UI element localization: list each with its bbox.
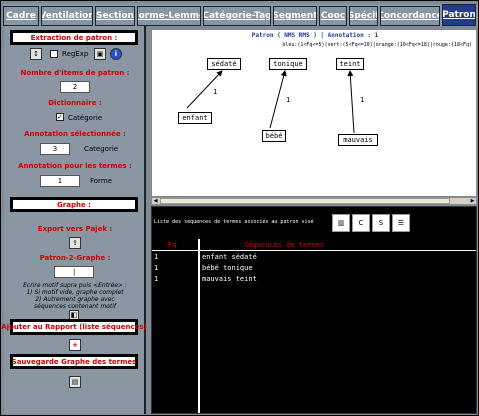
annotation-input[interactable]: 3 bbox=[40, 143, 70, 155]
node-mauvais[interactable]: mauvais bbox=[338, 134, 378, 146]
cell-sequence: mauvais teint bbox=[202, 275, 257, 283]
scroll-right-icon[interactable]: ▶ bbox=[469, 198, 476, 204]
motif-input[interactable]: | bbox=[54, 266, 94, 278]
graph-title: Patron ( NMS RMS ) | Annotation : 1 bbox=[251, 32, 379, 39]
patron-graphe-label: Patron-2-Graphe : bbox=[39, 254, 111, 262]
tab-cadre[interactable]: Cadre bbox=[3, 6, 39, 26]
edge-label-2: 1 bbox=[286, 96, 291, 104]
tab-specif[interactable]: Spécif bbox=[349, 6, 378, 26]
cell-fq: 1 bbox=[154, 253, 159, 261]
node-tonique[interactable]: tonique bbox=[269, 58, 307, 70]
edge-bebe-tonique bbox=[269, 70, 287, 129]
categorie-label: Catégorie bbox=[68, 114, 103, 122]
graphe-title: Graphe : bbox=[10, 197, 138, 212]
ajouter-rapport-title[interactable]: Ajouter au Rapport (liste séquences) bbox=[1, 319, 147, 335]
annotation-selection-label: Annotation sélectionnée : bbox=[24, 130, 126, 138]
tab-forme-lemme[interactable]: Forme-Lemme bbox=[137, 6, 201, 26]
regexp-checkbox[interactable] bbox=[50, 50, 58, 58]
sidebar: Extraction de patron : ↕ RegExp ▣ i Nomb… bbox=[1, 26, 147, 414]
cell-sequence: enfant sédaté bbox=[202, 253, 257, 261]
regexp-label: RegExp bbox=[62, 50, 89, 58]
table-header: Fq Séquences de termes bbox=[152, 239, 476, 251]
scrollbar-thumb[interactable] bbox=[160, 198, 450, 204]
cell-fq: 1 bbox=[154, 264, 159, 272]
nb-items-input[interactable]: 2 bbox=[60, 81, 90, 93]
cell-fq: 1 bbox=[154, 275, 159, 283]
save-icon[interactable]: ▤ bbox=[69, 376, 81, 388]
table-view-icon[interactable]: ☰ bbox=[392, 214, 410, 232]
node-teint[interactable]: teint bbox=[336, 58, 364, 70]
note-line-3: 2) Autrement graphe avec bbox=[35, 296, 115, 303]
chart-icon[interactable]: ▥ bbox=[332, 214, 350, 232]
column-header-fq[interactable]: Fq bbox=[168, 239, 176, 251]
annotation-unit: Categorie bbox=[84, 145, 119, 153]
sauvegarde-title[interactable]: Sauvegarde Graphe des termes bbox=[10, 354, 138, 369]
categorie-checkbox[interactable]: ✓ bbox=[56, 113, 64, 121]
note-line-4: séquences contenant motif bbox=[34, 303, 116, 310]
application-window: Cadre Ventilation Section Forme-Lemme Ca… bbox=[0, 0, 479, 416]
sequence-list-panel: Liste des séquences de termes associés a… bbox=[151, 206, 477, 414]
nb-items-label: Nombre d'items de patron : bbox=[20, 69, 130, 77]
tab-ventilation[interactable]: Ventilation bbox=[41, 6, 93, 26]
tab-categorie-tag[interactable]: Catégorie-Tag bbox=[203, 6, 271, 26]
tab-segment[interactable]: Segment bbox=[273, 6, 317, 26]
annotation-termes-input[interactable]: 1 bbox=[40, 175, 80, 187]
node-bebe[interactable]: bébé bbox=[262, 130, 286, 142]
extraction-title: Extraction de patron : bbox=[10, 30, 138, 45]
list-caption: Liste des séquences de termes associés a… bbox=[154, 219, 314, 225]
sort-icon[interactable]: ↕ bbox=[30, 48, 42, 60]
node-enfant[interactable]: enfant bbox=[178, 112, 212, 124]
tab-section[interactable]: Section bbox=[95, 6, 135, 26]
node-sedate[interactable]: sédaté bbox=[207, 58, 241, 70]
add-icon[interactable]: + bbox=[69, 339, 81, 351]
info-icon[interactable]: i bbox=[110, 48, 122, 60]
tab-bar: Cadre Ventilation Section Forme-Lemme Ca… bbox=[3, 4, 478, 26]
note-line-1: Ecrire motif supra puis <Entrée> : bbox=[23, 282, 127, 289]
tab-patron[interactable]: Patron bbox=[442, 4, 476, 26]
edge-mauvais-teint bbox=[347, 70, 355, 134]
copy-icon[interactable]: C bbox=[352, 214, 370, 232]
tab-cooc[interactable]: Cooc bbox=[319, 6, 347, 26]
table-row[interactable]: 1 mauvais teint bbox=[152, 275, 476, 286]
graph-legend: bleu:(1<Fq<=5)|vert:(5<Fq<=10)|orange:(1… bbox=[282, 42, 472, 48]
graph-panel: Patron ( NMS RMS ) | Annotation : 1 bleu… bbox=[151, 29, 477, 197]
table-row[interactable]: 1 bébé tonique bbox=[152, 264, 476, 275]
graph-horizontal-scrollbar[interactable]: ◀ ▶ bbox=[151, 197, 477, 205]
tab-concordance[interactable]: Concordance bbox=[380, 6, 440, 26]
note-line-2: 1) Si motif vide, graphe complet bbox=[26, 289, 124, 296]
sort-list-icon[interactable]: S bbox=[372, 214, 390, 232]
export-pajek-icon[interactable]: ⇪ bbox=[69, 237, 81, 249]
annotation-termes-label: Annotation pour les termes : bbox=[18, 162, 132, 170]
edge-label-1: 1 bbox=[213, 88, 218, 96]
table-row[interactable]: 1 enfant sédaté bbox=[152, 253, 476, 264]
edge-label-3: 1 bbox=[360, 96, 365, 104]
cell-sequence: bébé tonique bbox=[202, 264, 253, 272]
scroll-left-icon[interactable]: ◀ bbox=[152, 198, 159, 204]
settings-icon[interactable]: ▣ bbox=[94, 48, 106, 60]
list-toolbar: Liste des séquences de termes associés a… bbox=[152, 207, 476, 239]
annotation-termes-unit: Forme bbox=[90, 177, 112, 185]
export-pajek-label: Export vers Pajek : bbox=[37, 225, 113, 233]
dictionnaire-label: Dictionnaire : bbox=[48, 99, 102, 107]
column-header-sequences[interactable]: Séquences de termes bbox=[244, 239, 324, 251]
